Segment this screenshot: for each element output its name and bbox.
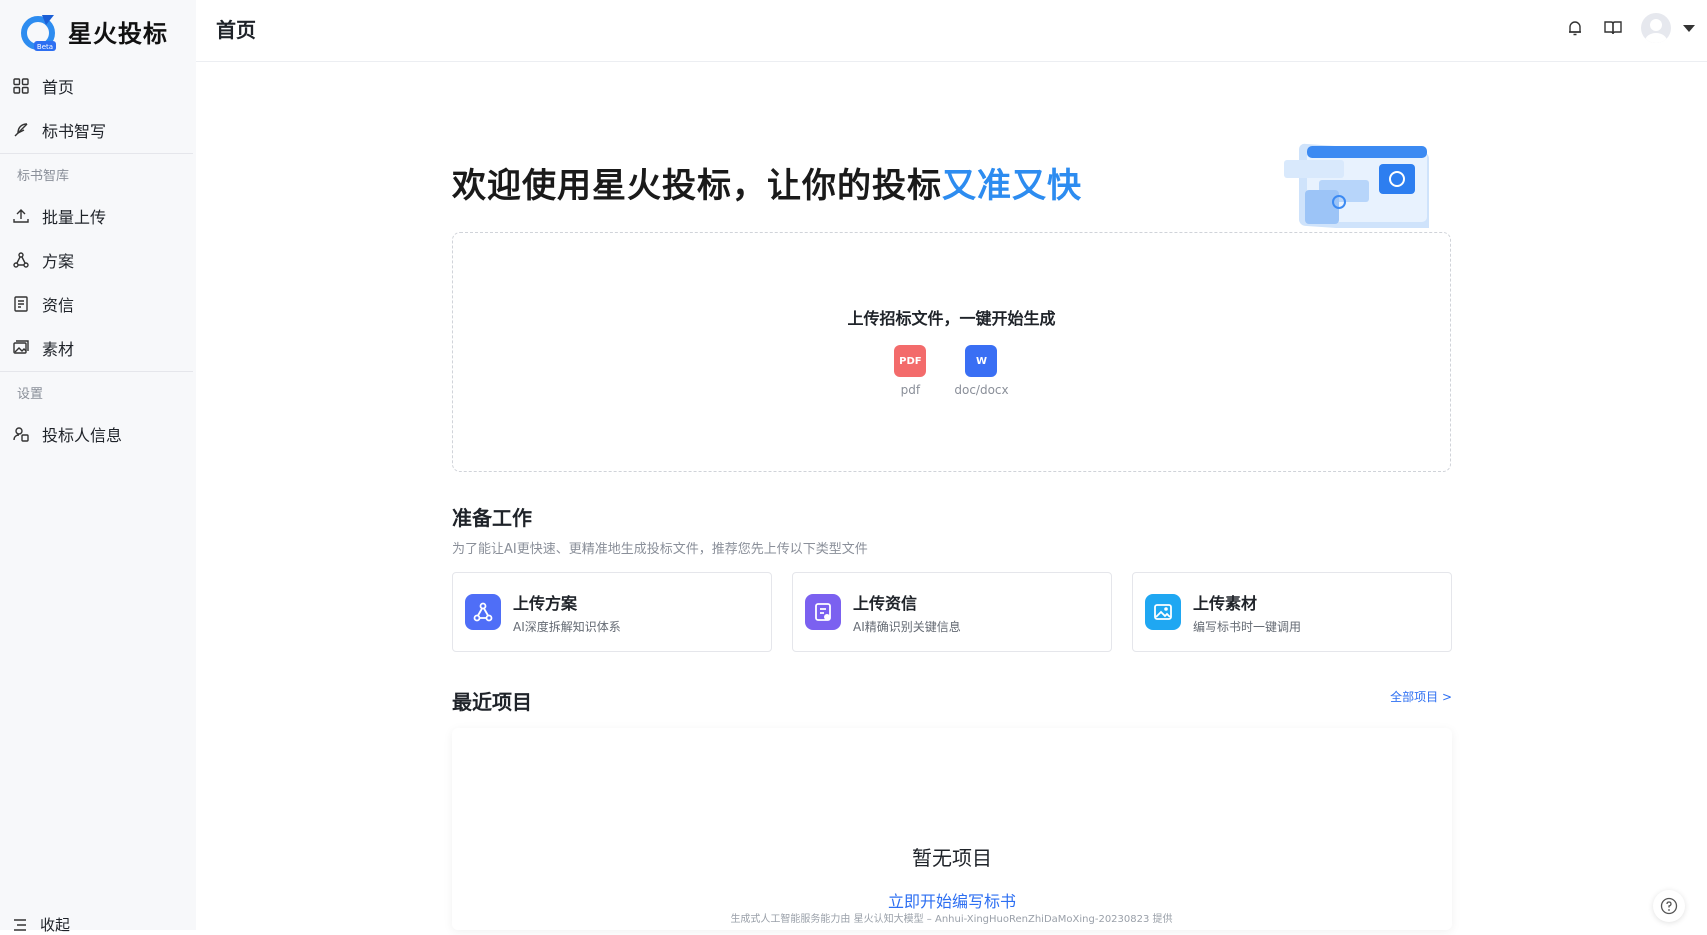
upload-materials-card[interactable]: 上传素材 编写标书时一键调用 [1132, 572, 1452, 652]
user-info-icon [13, 427, 29, 442]
card-title: 上传资信 [853, 593, 918, 613]
feather-icon [14, 123, 28, 137]
card-desc: AI精确识别关键信息 [853, 619, 961, 634]
pdf-icon: PDF [894, 345, 927, 377]
nav-group-library: 标书智库 [17, 168, 70, 184]
header-actions [1565, 13, 1695, 43]
menu-collapse-icon [14, 918, 26, 931]
nodes-icon [13, 252, 29, 268]
sidebar-item-label: 方案 [42, 252, 75, 271]
welcome-text: 欢迎使用星火投标，让你的投标 [452, 166, 942, 206]
sidebar-item-label: 素材 [42, 340, 75, 359]
empty-state-text: 暂无项目 [912, 846, 992, 870]
nav-group-settings: 设置 [17, 386, 44, 402]
card-title: 上传素材 [1193, 593, 1258, 613]
image-icon [1145, 594, 1181, 630]
sidebar-item-batch-upload[interactable]: 批量上传 [0, 194, 196, 238]
filetype-pdf: PDF pdf [894, 345, 927, 397]
sidebar-item-plan[interactable]: 方案 [0, 238, 196, 282]
top-header: 首页 [196, 0, 1707, 62]
doc-icon [805, 594, 841, 630]
prepare-cards: 上传方案 AI深度拆解知识体系 上传资信 AI精确识别关键信息 上传素材 编写标… [452, 572, 1452, 652]
sidebar-item-label: 标书智写 [42, 122, 107, 141]
app-logo[interactable]: Beta 星火投标 [20, 8, 168, 54]
sidebar-item-label: 资信 [42, 296, 75, 315]
nodes-icon [465, 594, 501, 630]
sidebar-item-home[interactable]: 首页 [0, 64, 196, 108]
logo-mark-icon: Beta [20, 11, 60, 51]
doc-icon [14, 296, 28, 312]
hero-illustration [1279, 140, 1439, 235]
avatar[interactable] [1641, 13, 1671, 43]
prepare-title: 准备工作 [452, 506, 532, 530]
filetype-label: pdf [900, 383, 921, 397]
card-desc: 编写标书时一键调用 [1193, 619, 1302, 634]
upload-title: 上传招标文件，一键开始生成 [847, 309, 1056, 328]
logo-badge: Beta [37, 43, 53, 51]
upload-plan-card[interactable]: 上传方案 AI深度拆解知识体系 [452, 572, 772, 652]
sidebar-item-smart-write[interactable]: 标书智写 [0, 108, 196, 152]
sidebar-item-label: 批量上传 [42, 208, 107, 227]
sidebar-item-credentials[interactable]: 资信 [0, 282, 196, 326]
file-types: PDF pdf W doc/docx [453, 345, 1450, 397]
recent-title: 最近项目 [452, 690, 532, 714]
sidebar-item-label: 投标人信息 [42, 426, 123, 445]
help-button[interactable] [1653, 890, 1685, 922]
card-desc: AI深度拆解知识体系 [513, 619, 621, 634]
word-icon: W [965, 345, 998, 377]
grid-icon [13, 78, 29, 94]
upload-icon [13, 209, 29, 223]
filetype-label: doc/docx [954, 383, 1009, 397]
sidebar: Beta 星火投标 首页 标书智写 标书智库 批量上传 方案 资信 素材 设置 … [0, 0, 196, 934]
prepare-subtitle: 为了能让AI更快速、更精准地生成投标文件，推荐您先上传以下类型文件 [452, 542, 868, 557]
welcome-heading: 欢迎使用星火投标，让你的投标又准又快 [452, 158, 1082, 207]
sidebar-nav: 首页 标书智写 标书智库 批量上传 方案 资信 素材 设置 投标人信息 [0, 64, 196, 456]
welcome-accent: 又准又快 [942, 166, 1082, 206]
all-projects-link[interactable]: 全部项目 > [1390, 688, 1452, 705]
images-icon [13, 340, 29, 354]
app-name: 星火投标 [68, 19, 168, 48]
upload-dropzone[interactable]: 上传招标文件，一键开始生成 PDF pdf W doc/docx [452, 232, 1451, 472]
collapse-label: 收起 [40, 916, 71, 934]
help-icon [1660, 897, 1678, 915]
start-writing-link[interactable]: 立即开始编写标书 [452, 888, 1452, 912]
filetype-doc: W doc/docx [954, 345, 1009, 397]
recent-projects-panel: 暂无项目 立即开始编写标书 [452, 728, 1452, 930]
book-icon[interactable] [1603, 18, 1623, 38]
chevron-down-icon[interactable] [1683, 24, 1695, 32]
sidebar-item-bidder-info[interactable]: 投标人信息 [0, 412, 196, 456]
collapse-button[interactable]: 收起 [12, 914, 70, 935]
card-title: 上传方案 [513, 593, 578, 613]
bell-icon[interactable] [1565, 18, 1585, 38]
sidebar-item-materials[interactable]: 素材 [0, 326, 196, 370]
footer-disclaimer: 生成式人工智能服务能力由 星火认知大模型 – Anhui-XingHuoRenZ… [730, 914, 1173, 925]
sidebar-item-label: 首页 [42, 78, 75, 97]
upload-credentials-card[interactable]: 上传资信 AI精确识别关键信息 [792, 572, 1112, 652]
page-title: 首页 [216, 18, 256, 42]
